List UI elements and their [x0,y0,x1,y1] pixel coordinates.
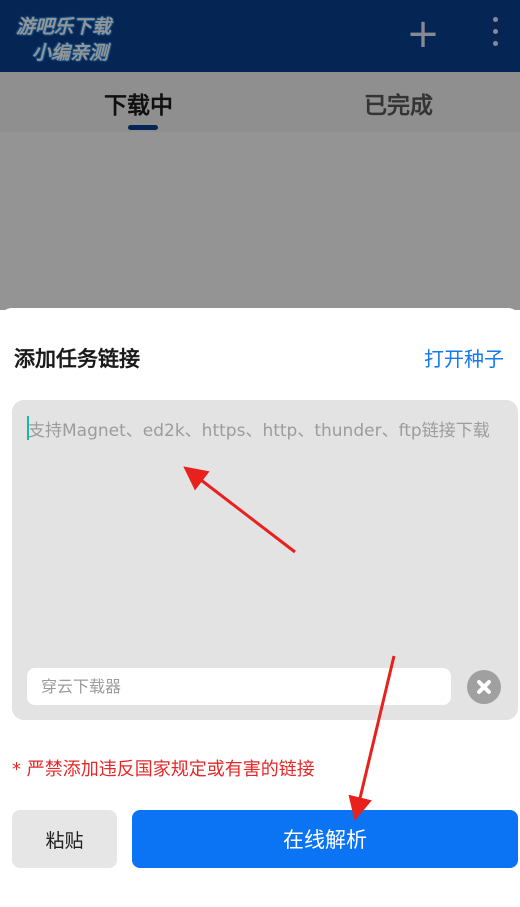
text-caret [27,416,29,440]
paste-button[interactable]: 粘贴 [12,810,117,868]
warning-text: * 严禁添加违反国家规定或有害的链接 [12,759,315,780]
sheet-title: 添加任务链接 [14,347,140,371]
task-name-field[interactable] [27,668,451,705]
clear-icon[interactable] [467,670,501,704]
modal-scrim[interactable] [0,0,520,310]
open-torrent-link[interactable]: 打开种子 [424,343,504,372]
link-input[interactable] [28,420,498,480]
parse-online-button[interactable]: 在线解析 [132,810,518,868]
